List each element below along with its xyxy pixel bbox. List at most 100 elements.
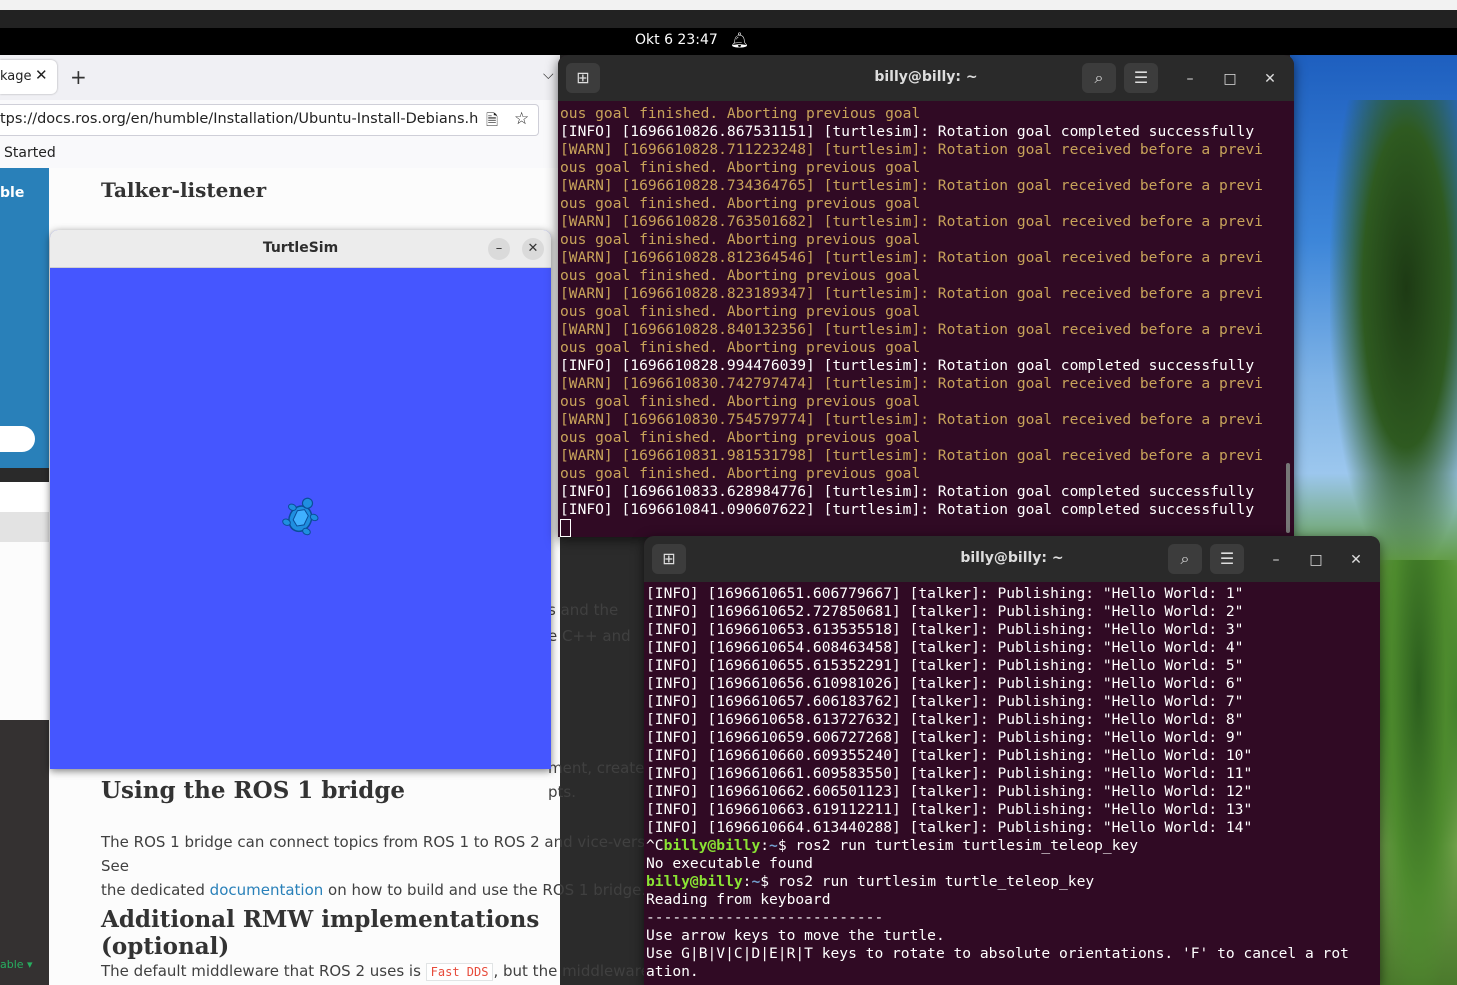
terminal-line: ---------------------------: [646, 909, 884, 926]
reader-view-icon[interactable]: 🗎: [486, 110, 498, 135]
heading-talker-listener: Talker-listener: [101, 178, 267, 202]
inline-code: Fast DDS: [425, 963, 494, 981]
terminal-line: [WARN] [1696610828.812364546] [turtlesim…: [560, 249, 1263, 266]
terminal-line: [INFO] [1696610841.090607622] [turtlesim…: [560, 501, 1255, 518]
command-line: ^Cbilly@billy:~$ ros2 run turtlesim turt…: [646, 837, 1349, 855]
terminal-line: [INFO] [1696610662.606501123] [talker]: …: [646, 783, 1253, 800]
paragraph-text: the dedicated: [101, 881, 210, 899]
turtlesim-window: TurtleSim – ✕: [50, 230, 551, 769]
terminal-line: [INFO] [1696610826.867531151] [turtlesim…: [560, 123, 1255, 140]
heading-ros1-bridge: Using the ROS 1 bridge: [101, 777, 406, 804]
doc-text-fragment: pts.: [548, 783, 576, 801]
terminal-output[interactable]: ous goal finished. Aborting previous goa…: [560, 105, 1263, 537]
prompt-path: ~: [751, 873, 761, 890]
doc-text-fragment: e C++ and: [548, 627, 631, 645]
paragraph-text: , but the middleware: [493, 962, 650, 980]
terminal-line: [INFO] [1696610660.609355240] [talker]: …: [646, 747, 1253, 764]
minimize-button[interactable]: –: [488, 238, 510, 260]
maximize-icon[interactable]: □: [1219, 68, 1241, 90]
docs-sidebar: ble able ▾: [0, 168, 49, 985]
terminal-line: ous goal finished. Aborting previous goa…: [560, 429, 921, 446]
sidebar-search-input[interactable]: [0, 426, 35, 452]
terminal-line: [INFO] [1696610657.606183762] [talker]: …: [646, 693, 1244, 710]
browser-tab[interactable]: kage ✕: [0, 60, 57, 94]
terminal-line: ous goal finished. Aborting previous goa…: [560, 465, 921, 482]
window-title: TurtleSim: [262, 240, 339, 256]
top-gap: [0, 10, 1457, 28]
terminal-window-turtlesim: ⊞ billy@billy: ~ ⌕ ☰ – □ ✕ ous goal fini…: [558, 55, 1294, 537]
version-selector[interactable]: able ▾: [0, 958, 33, 971]
paragraph-ros1-bridge: The ROS 1 bridge can connect topics from…: [101, 830, 661, 902]
url-text: tps://docs.ros.org/en/humble/Installatio…: [0, 111, 478, 127]
terminal-headerbar[interactable]: ⊞ billy@billy: ~ ⌕ ☰ – □ ✕: [644, 536, 1380, 582]
terminal-line: [WARN] [1696610828.823189347] [turtlesim…: [560, 285, 1263, 302]
sidebar-nav-list: [0, 542, 49, 720]
terminal-line: [WARN] [1696610828.734364765] [turtlesim…: [560, 177, 1263, 194]
wallpaper-tree: [1330, 100, 1457, 570]
close-icon[interactable]: ✕: [1259, 68, 1281, 90]
terminal-line: No executable found: [646, 855, 813, 872]
prompt-dollar: $: [760, 873, 770, 890]
terminal-line: [WARN] [1696610828.763501682] [turtlesim…: [560, 213, 1263, 230]
close-icon[interactable]: ✕: [1345, 549, 1367, 571]
terminal-line: ous goal finished. Aborting previous goa…: [560, 339, 921, 356]
system-top-bar: Okt 6 23:47 🔔︎: [0, 28, 1457, 55]
sidebar-title[interactable]: ble: [0, 185, 24, 201]
terminal-line: [INFO] [1696610651.606779667] [talker]: …: [646, 585, 1244, 602]
terminal-line: [WARN] [1696610830.754579774] [turtlesim…: [560, 411, 1263, 428]
turtlesim-titlebar[interactable]: TurtleSim – ✕: [50, 230, 551, 268]
turtlesim-canvas: [282, 497, 319, 536]
terminal-line: ous goal finished. Aborting previous goa…: [560, 303, 921, 320]
terminal-headerbar[interactable]: ⊞ billy@billy: ~ ⌕ ☰ – □ ✕: [558, 55, 1294, 101]
prompt-path: ~: [769, 837, 778, 854]
terminal-window-talker: ⊞ billy@billy: ~ ⌕ ☰ – □ ✕ [INFO] [16966…: [644, 536, 1380, 985]
terminal-line: ous goal finished. Aborting previous goa…: [560, 393, 921, 410]
navigation-bar: tps://docs.ros.org/en/humble/Installatio…: [0, 100, 560, 140]
terminal-line: ous goal finished. Aborting previous goa…: [560, 195, 921, 212]
bell-icon[interactable]: 🔔︎: [730, 31, 749, 49]
terminal-line: Use G|B|V|C|D|E|R|T keys to rotate to ab…: [646, 945, 1349, 962]
bookmark-getting-started[interactable]: Started: [4, 145, 56, 161]
sidebar-nav-item-active[interactable]: [0, 512, 49, 542]
sidebar-nav-item[interactable]: [0, 482, 49, 512]
documentation-link[interactable]: documentation: [210, 881, 324, 899]
terminal-line: [INFO] [1696610656.610981026] [talker]: …: [646, 675, 1244, 692]
close-button[interactable]: ✕: [522, 238, 544, 260]
terminal-output[interactable]: [INFO] [1696610651.606779667] [talker]: …: [646, 585, 1349, 981]
doc-text-fragment: ment, create: [548, 759, 645, 777]
terminal-line: ous goal finished. Aborting previous goa…: [560, 267, 921, 284]
minimize-icon[interactable]: –: [1179, 68, 1201, 90]
paragraph-text: on how to build and use the ROS 1 bridge…: [323, 881, 647, 899]
terminal-line: ous goal finished. Aborting previous goa…: [560, 159, 921, 176]
terminal-line: [INFO] [1696610652.727850681] [talker]: …: [646, 603, 1244, 620]
bookmark-star-icon[interactable]: ☆: [514, 109, 529, 129]
terminal-scrollbar[interactable]: [1286, 463, 1290, 533]
terminal-line: [INFO] [1696610664.613440288] [talker]: …: [646, 819, 1253, 836]
terminal-line: [WARN] [1696610831.981531798] [turtlesim…: [560, 447, 1263, 464]
prompt-user: billy@billy: [646, 873, 743, 890]
search-icon[interactable]: ⌕: [1082, 63, 1116, 93]
prompt-command: ros2 run turtlesim turtle_teleop_key: [769, 873, 1095, 890]
menu-icon[interactable]: ☰: [1210, 544, 1244, 574]
terminal-line: ous goal finished. Aborting previous goa…: [560, 105, 921, 122]
minimize-icon[interactable]: –: [1265, 549, 1287, 571]
terminal-line: Use arrow keys to move the turtle.: [646, 927, 945, 944]
prompt-command: ros2 run turtlesim turtlesim_teleop_key: [786, 837, 1139, 854]
clock[interactable]: Okt 6 23:47: [635, 32, 718, 48]
tab-list-chevron-icon[interactable]: ⌵: [543, 67, 554, 83]
search-icon[interactable]: ⌕: [1168, 544, 1202, 574]
close-tab-icon[interactable]: ✕: [35, 66, 48, 84]
tab-bar: kage ✕ + ⌵: [0, 55, 560, 100]
terminal-line: ous goal finished. Aborting previous goa…: [560, 231, 921, 248]
menu-icon[interactable]: ☰: [1124, 63, 1158, 93]
url-input[interactable]: tps://docs.ros.org/en/humble/Installatio…: [0, 104, 539, 136]
terminal-line: [WARN] [1696610830.742797474] [turtlesim…: [560, 375, 1263, 392]
bookmarks-toolbar: Started: [0, 140, 560, 169]
terminal-line: ation.: [646, 963, 699, 980]
terminal-line: [INFO] [1696610663.619112211] [talker]: …: [646, 801, 1253, 818]
sidebar-divider: [0, 468, 49, 482]
maximize-icon[interactable]: □: [1305, 549, 1327, 571]
prompt-user: billy@billy: [663, 837, 761, 854]
prompt-dollar: $: [777, 837, 787, 854]
new-tab-button[interactable]: +: [70, 65, 87, 89]
